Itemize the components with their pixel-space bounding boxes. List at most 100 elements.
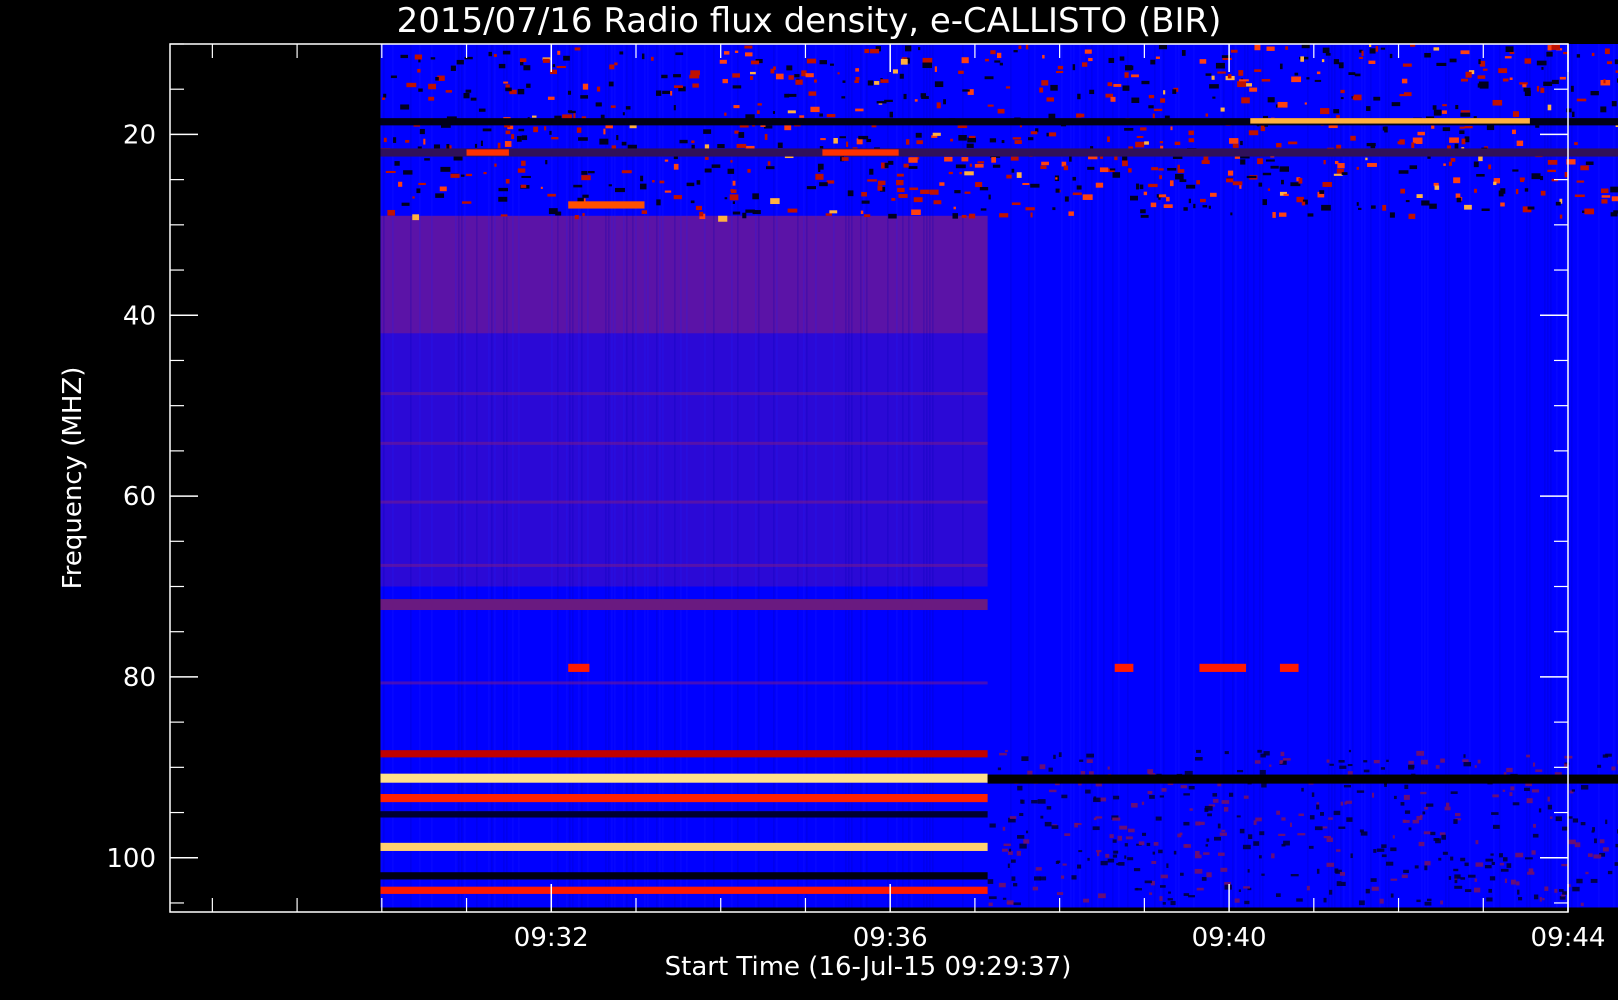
noise-speck: [662, 90, 671, 94]
noise-speck: [1202, 205, 1208, 208]
noise-speck: [1336, 849, 1341, 852]
noise-speck: [819, 182, 828, 187]
noise-speck: [1369, 48, 1376, 54]
noise-speck: [1279, 63, 1283, 70]
noise-speck: [1509, 77, 1513, 80]
noise-speck: [1117, 835, 1123, 841]
noise-speck: [989, 823, 996, 828]
spectrogram-data: [380, 44, 1618, 908]
noise-speck: [417, 68, 421, 73]
noise-speck: [815, 173, 824, 180]
noise-speck: [729, 194, 739, 201]
noise-speck: [1136, 183, 1139, 190]
noise-speck: [1340, 97, 1344, 100]
noise-speck: [1482, 68, 1488, 71]
noise-speck: [1323, 159, 1326, 165]
noise-speck: [1524, 787, 1530, 791]
noise-speck: [394, 161, 400, 166]
noise-speck: [1275, 893, 1281, 897]
noise-speck: [1450, 856, 1454, 861]
noise-speck: [1486, 897, 1493, 902]
noise-speck: [1217, 823, 1221, 829]
noise-speck: [1093, 796, 1097, 801]
noise-speck: [1492, 99, 1503, 106]
noise-speck: [1168, 891, 1171, 894]
noise-speck: [979, 187, 989, 191]
noise-speck: [1002, 897, 1007, 900]
noise-speck: [1390, 847, 1397, 852]
noise-speck: [1144, 141, 1149, 145]
noise-speck: [1247, 869, 1250, 873]
noise-speck: [1294, 72, 1299, 76]
noise-speck: [1376, 848, 1385, 852]
noise-speck: [1112, 854, 1118, 858]
noise-speck: [1581, 785, 1589, 790]
noise-speck: [581, 170, 588, 175]
noise-speck: [400, 54, 409, 59]
noise-speck: [863, 214, 871, 218]
noise-speck: [1343, 784, 1351, 788]
noise-speck: [664, 190, 672, 193]
noise-speck: [860, 210, 864, 215]
noise-speck: [1502, 78, 1509, 82]
noise-speck: [1591, 52, 1595, 56]
noise-speck: [582, 194, 589, 198]
noise-speck: [1597, 764, 1602, 768]
noise-speck: [1402, 63, 1412, 67]
noise-speck: [1212, 96, 1216, 99]
noise-speck: [1230, 49, 1238, 53]
noise-speck: [1464, 862, 1469, 867]
faint-band: [380, 441, 988, 445]
noise-speck: [1086, 753, 1094, 758]
noise-speck: [517, 168, 526, 173]
noise-speck: [1433, 47, 1440, 51]
noise-speck: [1409, 165, 1418, 170]
noise-speck: [1492, 824, 1500, 829]
noise-speck: [1416, 194, 1423, 198]
noise-speck: [1526, 754, 1530, 758]
freq-band: [380, 148, 1618, 157]
noise-speck: [1239, 828, 1245, 834]
noise-speck: [639, 183, 647, 190]
noise-speck: [795, 79, 803, 85]
noise-speck: [1488, 164, 1492, 170]
noise-speck: [1333, 810, 1341, 816]
noise-speck: [1484, 865, 1492, 869]
noise-speck: [1006, 174, 1012, 179]
noise-speck: [1454, 874, 1461, 879]
noise-speck: [1424, 806, 1429, 810]
noise-speck: [1528, 868, 1534, 873]
noise-speck: [967, 137, 977, 143]
noise-speck: [997, 52, 1002, 59]
noise-speck: [385, 170, 396, 173]
noise-speck: [1131, 803, 1138, 808]
noise-speck: [1478, 59, 1481, 65]
noise-speck: [1086, 759, 1093, 763]
noise-speck: [1532, 762, 1536, 767]
noise-speck: [724, 197, 728, 200]
noise-speck: [1238, 889, 1241, 892]
noise-speck: [1112, 795, 1120, 800]
noise-speck: [703, 129, 712, 134]
y-tick-label: 80: [123, 663, 156, 693]
noise-speck: [1385, 861, 1394, 866]
x-axis-label: Start Time (16-Jul-15 09:29:37): [665, 952, 1072, 982]
noise-speck: [655, 90, 662, 96]
noise-speck: [1119, 56, 1125, 61]
noise-speck: [1403, 820, 1410, 823]
noise-speck: [465, 173, 473, 177]
noise-speck: [1358, 56, 1364, 59]
noise-speck: [1572, 886, 1580, 892]
noise-speck: [922, 62, 932, 69]
noise-speck: [1140, 214, 1149, 218]
noise-speck: [749, 76, 754, 80]
noise-speck: [574, 215, 579, 220]
noise-speck: [1155, 816, 1162, 821]
noise-speck: [1322, 47, 1330, 53]
noise-speck: [445, 90, 452, 93]
noise-speck: [573, 113, 576, 119]
noise-speck: [1587, 853, 1593, 857]
noise-speck: [1011, 202, 1021, 206]
noise-speck: [1311, 792, 1315, 797]
noise-speck: [855, 108, 864, 112]
